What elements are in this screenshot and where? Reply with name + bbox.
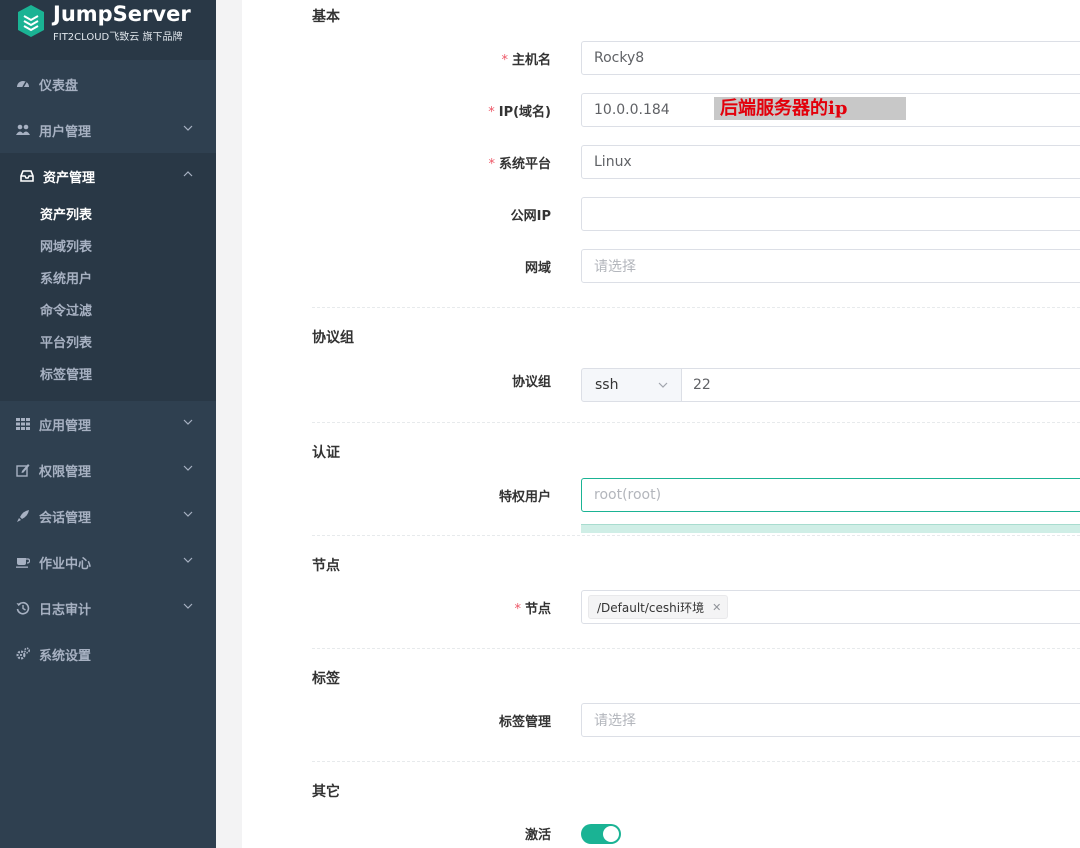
sidebar-item-applications[interactable]: 应用管理 — [0, 401, 216, 447]
public-ip-label: 公网IP — [510, 209, 551, 224]
protocol-port-input[interactable]: 22 — [681, 368, 1080, 402]
grid-icon — [16, 417, 30, 431]
ip-label: * IP(域名) — [488, 105, 551, 120]
sidebar-item-label: 用户管理 — [39, 124, 92, 140]
section-title-nodes: 节点 — [312, 558, 340, 574]
history-icon — [16, 601, 30, 615]
admin-user-select[interactable]: root(root) — [581, 478, 1080, 512]
required-mark: * — [501, 53, 508, 68]
dashboard-icon — [16, 77, 30, 91]
platform-label: * 系统平台 — [488, 157, 551, 172]
sidebar-item-label: 资产管理 — [43, 170, 96, 186]
asset-submenu: 资产列表 网域列表 系统用户 命令过滤 平台列表 标签管理 — [0, 199, 216, 401]
rocket-icon — [16, 509, 30, 523]
submenu-item-platform-list[interactable]: 平台列表 — [40, 332, 92, 351]
sidebar-item-label: 权限管理 — [39, 464, 92, 480]
chevron-down-icon — [183, 125, 193, 131]
required-mark: * — [488, 157, 495, 172]
sidebar-item-users[interactable]: 用户管理 — [0, 107, 216, 153]
sidebar-item-label: 日志审计 — [39, 602, 92, 618]
sidebar: JumpServer FIT2CLOUD飞致云 旗下品牌 仪表盘 用户管理 资产… — [0, 0, 216, 848]
logo: JumpServer FIT2CLOUD飞致云 旗下品牌 — [0, 0, 216, 60]
chevron-down-icon — [183, 603, 193, 609]
chevron-down-icon — [183, 465, 193, 471]
section-divider — [312, 761, 1080, 762]
domain-select[interactable]: 请选择 — [581, 249, 1080, 283]
chevron-down-icon — [183, 511, 193, 517]
brand-name: JumpServer — [53, 2, 191, 26]
active-label: 激活 — [524, 828, 551, 843]
required-mark: * — [488, 105, 495, 120]
hostname-input[interactable]: Rocky8 — [581, 41, 1080, 75]
submenu-item-command-filter[interactable]: 命令过滤 — [40, 300, 92, 319]
close-icon[interactable]: ✕ — [712, 601, 721, 614]
brand-tagline: FIT2CLOUD飞致云 旗下品牌 — [53, 32, 183, 43]
protocol-name-select[interactable]: ssh — [581, 368, 682, 402]
coffee-icon — [16, 555, 30, 569]
sidebar-item-settings[interactable]: 系统设置 — [0, 631, 216, 677]
sidebar-item-permissions[interactable]: 权限管理 — [0, 447, 216, 493]
inbox-icon — [20, 169, 34, 183]
sidebar-item-jobs[interactable]: 作业中心 — [0, 539, 216, 585]
hostname-label: * 主机名 — [501, 53, 551, 68]
admin-user-dropdown — [581, 524, 1080, 533]
sidebar-item-label: 系统设置 — [39, 648, 92, 664]
tags-select[interactable]: 请选择 — [581, 703, 1080, 737]
platform-select[interactable]: Linux — [581, 145, 1080, 179]
asset-form: 基本 * 主机名 Rocky8 * IP(域名) 10.0.0.184 后端服务器的… — [242, 0, 1080, 848]
section-divider — [312, 535, 1080, 536]
sidebar-item-sessions[interactable]: 会话管理 — [0, 493, 216, 539]
domain-label: 网域 — [524, 261, 551, 276]
active-toggle[interactable] — [581, 824, 621, 844]
jumpserver-logo-icon — [18, 5, 44, 37]
submenu-item-label-manage[interactable]: 标签管理 — [40, 364, 92, 383]
node-select[interactable]: /Default/ceshi环境 ✕ — [581, 590, 1080, 624]
content-gutter — [216, 0, 242, 848]
sidebar-item-audit-logs[interactable]: 日志审计 — [0, 585, 216, 631]
sidebar-item-label: 会话管理 — [39, 510, 92, 526]
public-ip-input[interactable] — [581, 197, 1080, 231]
sidebar-item-dashboard[interactable]: 仪表盘 — [0, 61, 216, 107]
node-chip: /Default/ceshi环境 ✕ — [588, 595, 729, 619]
section-divider — [312, 307, 1080, 308]
users-icon — [16, 123, 30, 137]
chevron-down-icon — [183, 557, 193, 563]
chevron-up-icon — [183, 171, 193, 177]
toggle-knob — [603, 826, 619, 842]
chevron-down-icon — [658, 382, 668, 388]
section-title-other: 其它 — [312, 784, 340, 800]
section-divider — [312, 648, 1080, 649]
submenu-item-asset-list[interactable]: 资产列表 — [40, 204, 92, 223]
section-title-auth: 认证 — [312, 445, 340, 461]
cogs-icon — [16, 647, 30, 661]
chevron-down-icon — [183, 419, 193, 425]
section-title-labels: 标签 — [312, 671, 340, 687]
annotation-backend-ip: 后端服务器的ip — [714, 97, 906, 120]
sidebar-item-label: 应用管理 — [39, 418, 92, 434]
section-title-protocols: 协议组 — [312, 330, 354, 346]
sidebar-item-assets[interactable]: 资产管理 — [0, 153, 216, 199]
submenu-item-domain-list[interactable]: 网域列表 — [40, 236, 92, 255]
sidebar-item-label: 仪表盘 — [39, 78, 79, 94]
sidebar-item-label: 作业中心 — [39, 556, 92, 572]
tags-label: 标签管理 — [498, 715, 551, 730]
node-label: * 节点 — [514, 602, 551, 617]
section-divider — [312, 422, 1080, 423]
edit-icon — [16, 463, 30, 477]
section-title-basic: 基本 — [312, 9, 340, 25]
admin-user-label: 特权用户 — [498, 490, 551, 505]
protocol-label: 协议组 — [511, 375, 551, 390]
required-mark: * — [514, 602, 521, 617]
submenu-item-system-users[interactable]: 系统用户 — [40, 268, 92, 287]
